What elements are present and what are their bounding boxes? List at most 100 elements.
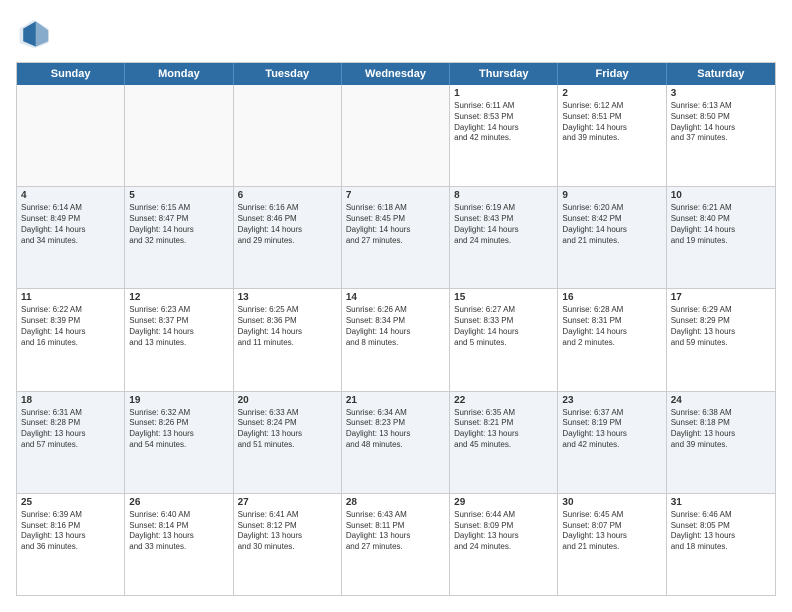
cell-text: Sunrise: 6:39 AM Sunset: 8:16 PM Dayligh… bbox=[21, 510, 120, 553]
day-number: 26 bbox=[129, 497, 228, 508]
day-number: 14 bbox=[346, 292, 445, 303]
calendar-cell: 15Sunrise: 6:27 AM Sunset: 8:33 PM Dayli… bbox=[450, 289, 558, 390]
cell-text: Sunrise: 6:38 AM Sunset: 8:18 PM Dayligh… bbox=[671, 408, 771, 451]
day-number: 2 bbox=[562, 88, 661, 99]
cell-text: Sunrise: 6:11 AM Sunset: 8:53 PM Dayligh… bbox=[454, 101, 553, 144]
calendar-cell: 8 Sunrise: 6:19 AM Sunset: 8:43 PM Daylig… bbox=[450, 187, 558, 288]
calendar-body: 1 Sunrise: 6:11 AM Sunset: 8:53 PM Daylig… bbox=[17, 85, 775, 595]
day-number: 10 bbox=[671, 190, 771, 201]
header bbox=[16, 16, 776, 52]
day-number: 4 bbox=[21, 190, 120, 201]
calendar-cell: 30 Sunrise: 6:45 AM Sunset: 8:07 PM Dayli… bbox=[558, 494, 666, 595]
cell-text: Sunrise: 6:33 AM Sunset: 8:24 PM Dayligh… bbox=[238, 408, 337, 451]
cell-text: Sunrise: 6:31 AM Sunset: 8:28 PM Dayligh… bbox=[21, 408, 120, 451]
calendar-cell bbox=[125, 85, 233, 186]
calendar-cell: 16 Sunrise: 6:28 AM Sunset: 8:31 PM Dayli… bbox=[558, 289, 666, 390]
cal-header-day: Thursday bbox=[450, 63, 558, 85]
calendar-cell: 4 Sunrise: 6:14 AM Sunset: 8:49 PM Daylig… bbox=[17, 187, 125, 288]
calendar-cell: 6 Sunrise: 6:16 AM Sunset: 8:46 PM Daylig… bbox=[234, 187, 342, 288]
cal-header-day: Saturday bbox=[667, 63, 775, 85]
day-number: 6 bbox=[238, 190, 337, 201]
calendar-cell: 18 Sunrise: 6:31 AM Sunset: 8:28 PM Dayli… bbox=[17, 392, 125, 493]
calendar-cell: 5 Sunrise: 6:15 AM Sunset: 8:47 PM Daylig… bbox=[125, 187, 233, 288]
day-number: 18 bbox=[21, 395, 120, 406]
calendar-cell bbox=[342, 85, 450, 186]
day-number: 27 bbox=[238, 497, 337, 508]
cell-text: Sunrise: 6:23 AM Sunset: 8:37 PM Dayligh… bbox=[129, 305, 228, 348]
cell-text: Sunrise: 6:29 AM Sunset: 8:29 PM Dayligh… bbox=[671, 305, 771, 348]
calendar-row: 1 Sunrise: 6:11 AM Sunset: 8:53 PM Daylig… bbox=[17, 85, 775, 187]
calendar-row: 11 Sunrise: 6:22 AM Sunset: 8:39 PM Dayli… bbox=[17, 289, 775, 391]
calendar-cell: 9 Sunrise: 6:20 AM Sunset: 8:42 PM Daylig… bbox=[558, 187, 666, 288]
day-number: 1 bbox=[454, 88, 553, 99]
calendar-cell: 3 Sunrise: 6:13 AM Sunset: 8:50 PM Daylig… bbox=[667, 85, 775, 186]
day-number: 30 bbox=[562, 497, 661, 508]
calendar-cell bbox=[17, 85, 125, 186]
page: SundayMondayTuesdayWednesdayThursdayFrid… bbox=[0, 0, 792, 612]
cell-text: Sunrise: 6:40 AM Sunset: 8:14 PM Dayligh… bbox=[129, 510, 228, 553]
calendar-cell: 28 Sunrise: 6:43 AM Sunset: 8:11 PM Dayli… bbox=[342, 494, 450, 595]
calendar-cell: 14 Sunrise: 6:26 AM Sunset: 8:34 PM Dayli… bbox=[342, 289, 450, 390]
calendar: SundayMondayTuesdayWednesdayThursdayFrid… bbox=[16, 62, 776, 596]
calendar-cell: 31Sunrise: 6:46 AM Sunset: 8:05 PM Dayli… bbox=[667, 494, 775, 595]
calendar-cell: 20 Sunrise: 6:33 AM Sunset: 8:24 PM Dayli… bbox=[234, 392, 342, 493]
calendar-row: 18 Sunrise: 6:31 AM Sunset: 8:28 PM Dayli… bbox=[17, 392, 775, 494]
calendar-cell: 1 Sunrise: 6:11 AM Sunset: 8:53 PM Daylig… bbox=[450, 85, 558, 186]
day-number: 8 bbox=[454, 190, 553, 201]
cell-text: Sunrise: 6:41 AM Sunset: 8:12 PM Dayligh… bbox=[238, 510, 337, 553]
cell-text: Sunrise: 6:32 AM Sunset: 8:26 PM Dayligh… bbox=[129, 408, 228, 451]
cell-text: Sunrise: 6:44 AM Sunset: 8:09 PM Dayligh… bbox=[454, 510, 553, 553]
day-number: 21 bbox=[346, 395, 445, 406]
cal-header-day: Wednesday bbox=[342, 63, 450, 85]
day-number: 17 bbox=[671, 292, 771, 303]
cal-header-day: Monday bbox=[125, 63, 233, 85]
day-number: 11 bbox=[21, 292, 120, 303]
calendar-cell: 12 Sunrise: 6:23 AM Sunset: 8:37 PM Dayli… bbox=[125, 289, 233, 390]
day-number: 31 bbox=[671, 497, 771, 508]
cell-text: Sunrise: 6:43 AM Sunset: 8:11 PM Dayligh… bbox=[346, 510, 445, 553]
day-number: 5 bbox=[129, 190, 228, 201]
calendar-cell: 7Sunrise: 6:18 AM Sunset: 8:45 PM Daylig… bbox=[342, 187, 450, 288]
day-number: 19 bbox=[129, 395, 228, 406]
day-number: 16 bbox=[562, 292, 661, 303]
day-number: 20 bbox=[238, 395, 337, 406]
day-number: 29 bbox=[454, 497, 553, 508]
cell-text: Sunrise: 6:13 AM Sunset: 8:50 PM Dayligh… bbox=[671, 101, 771, 144]
calendar-cell: 21 Sunrise: 6:34 AM Sunset: 8:23 PM Dayli… bbox=[342, 392, 450, 493]
cell-text: Sunrise: 6:19 AM Sunset: 8:43 PM Dayligh… bbox=[454, 203, 553, 246]
cell-text: Sunrise: 6:34 AM Sunset: 8:23 PM Dayligh… bbox=[346, 408, 445, 451]
cell-text: Sunrise: 6:26 AM Sunset: 8:34 PM Dayligh… bbox=[346, 305, 445, 348]
calendar-cell: 26 Sunrise: 6:40 AM Sunset: 8:14 PM Dayli… bbox=[125, 494, 233, 595]
cell-text: Sunrise: 6:45 AM Sunset: 8:07 PM Dayligh… bbox=[562, 510, 661, 553]
cell-text: Sunrise: 6:14 AM Sunset: 8:49 PM Dayligh… bbox=[21, 203, 120, 246]
logo bbox=[16, 16, 56, 52]
cell-text: Sunrise: 6:28 AM Sunset: 8:31 PM Dayligh… bbox=[562, 305, 661, 348]
cal-header-day: Sunday bbox=[17, 63, 125, 85]
calendar-row: 25 Sunrise: 6:39 AM Sunset: 8:16 PM Dayli… bbox=[17, 494, 775, 595]
day-number: 13 bbox=[238, 292, 337, 303]
calendar-cell: 10 Sunrise: 6:21 AM Sunset: 8:40 PM Dayli… bbox=[667, 187, 775, 288]
calendar-cell: 24Sunrise: 6:38 AM Sunset: 8:18 PM Dayli… bbox=[667, 392, 775, 493]
calendar-header: SundayMondayTuesdayWednesdayThursdayFrid… bbox=[17, 63, 775, 85]
calendar-cell: 17 Sunrise: 6:29 AM Sunset: 8:29 PM Dayli… bbox=[667, 289, 775, 390]
calendar-cell: 25 Sunrise: 6:39 AM Sunset: 8:16 PM Dayli… bbox=[17, 494, 125, 595]
calendar-cell: 23Sunrise: 6:37 AM Sunset: 8:19 PM Dayli… bbox=[558, 392, 666, 493]
calendar-cell: 29 Sunrise: 6:44 AM Sunset: 8:09 PM Dayli… bbox=[450, 494, 558, 595]
cell-text: Sunrise: 6:22 AM Sunset: 8:39 PM Dayligh… bbox=[21, 305, 120, 348]
day-number: 9 bbox=[562, 190, 661, 201]
cell-text: Sunrise: 6:15 AM Sunset: 8:47 PM Dayligh… bbox=[129, 203, 228, 246]
cell-text: Sunrise: 6:12 AM Sunset: 8:51 PM Dayligh… bbox=[562, 101, 661, 144]
calendar-row: 4 Sunrise: 6:14 AM Sunset: 8:49 PM Daylig… bbox=[17, 187, 775, 289]
calendar-cell: 13Sunrise: 6:25 AM Sunset: 8:36 PM Dayli… bbox=[234, 289, 342, 390]
cell-text: Sunrise: 6:21 AM Sunset: 8:40 PM Dayligh… bbox=[671, 203, 771, 246]
cal-header-day: Friday bbox=[558, 63, 666, 85]
cell-text: Sunrise: 6:20 AM Sunset: 8:42 PM Dayligh… bbox=[562, 203, 661, 246]
calendar-cell bbox=[234, 85, 342, 186]
day-number: 28 bbox=[346, 497, 445, 508]
day-number: 25 bbox=[21, 497, 120, 508]
cell-text: Sunrise: 6:27 AM Sunset: 8:33 PM Dayligh… bbox=[454, 305, 553, 348]
day-number: 12 bbox=[129, 292, 228, 303]
day-number: 3 bbox=[671, 88, 771, 99]
cal-header-day: Tuesday bbox=[234, 63, 342, 85]
cell-text: Sunrise: 6:16 AM Sunset: 8:46 PM Dayligh… bbox=[238, 203, 337, 246]
